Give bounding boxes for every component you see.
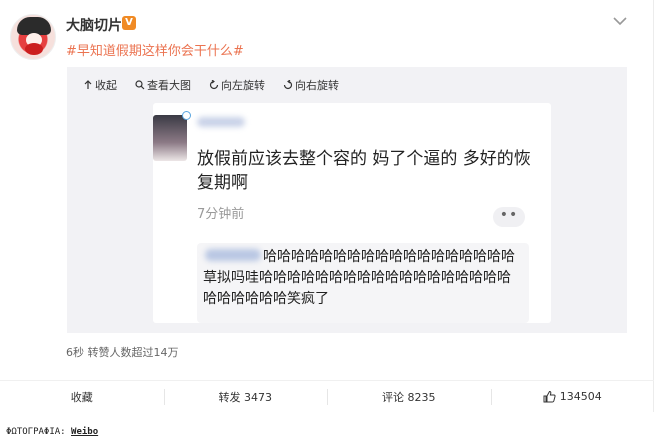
- credit-source-link[interactable]: Weibo: [71, 427, 98, 437]
- image-user-avatar: [153, 111, 191, 161]
- rotate-left-button[interactable]: 向左旋转: [209, 77, 265, 93]
- repost-stat: 6秒 转赞人数超过14万: [66, 346, 179, 359]
- view-large-label: 查看大图: [147, 79, 191, 92]
- rotate-left-label: 向左旋转: [221, 79, 265, 92]
- favorite-label: 收藏: [70, 390, 93, 404]
- comment-label: 评论 8235: [382, 390, 436, 404]
- more-dots-icon: ••: [493, 207, 525, 227]
- like-count: 134504: [559, 390, 602, 403]
- verified-badge-icon: V: [122, 16, 136, 30]
- media-viewer: 收起 查看大图 向左旋转 向右旋转 放假前应该去整个容的 妈了个逼的 多好的恢复…: [67, 67, 627, 333]
- comment-button[interactable]: 评论 8235: [327, 381, 491, 412]
- blurred-user-name: [197, 117, 245, 127]
- credit-prefix: ΦΩΤΟΓΡΑΦΙΑ:: [6, 427, 66, 437]
- post-topic-text[interactable]: #早知道假期这样你会干什么#: [66, 40, 244, 59]
- collapse-icon: [84, 80, 92, 89]
- post-image[interactable]: 放假前应该去整个容的 妈了个逼的 多好的恢复期啊 7分钟前 •• 哈哈哈哈哈哈哈…: [153, 103, 551, 323]
- action-bar: 收藏 转发 3473 评论 8235 134504: [0, 380, 654, 412]
- image-comment: 哈哈哈哈哈哈哈哈哈哈哈哈哈哈哈哈哈哈草拟吗哇哈哈哈哈哈哈哈哈哈哈哈哈哈哈哈哈哈哈…: [197, 243, 529, 323]
- rotate-left-icon: [209, 80, 219, 90]
- collapse-label: 收起: [95, 79, 117, 92]
- favorite-button[interactable]: 收藏: [0, 381, 164, 412]
- collapse-button[interactable]: 收起: [83, 77, 117, 93]
- rotate-right-button[interactable]: 向右旋转: [283, 77, 339, 93]
- weibo-post-card: 大脑切片 V #早知道假期这样你会干什么# 收起 查看大图 向左旋转 向右旋转: [0, 0, 654, 412]
- rotate-right-label: 向右旋转: [295, 79, 339, 92]
- repost-button[interactable]: 转发 3473: [163, 381, 328, 412]
- user-avatar[interactable]: [10, 14, 56, 60]
- rotate-right-icon: [283, 80, 293, 90]
- user-name[interactable]: 大脑切片: [66, 15, 122, 35]
- photo-credit: ΦΩΤΟΓΡΑΦΙΑ: Weibo: [6, 427, 98, 437]
- thumbs-up-icon: [543, 390, 556, 403]
- repost-label: 转发 3473: [218, 390, 273, 404]
- search-icon: [135, 80, 145, 90]
- image-post-time: 7分钟前: [197, 207, 245, 222]
- view-large-button[interactable]: 查看大图: [135, 77, 191, 93]
- chevron-down-icon[interactable]: [612, 16, 628, 26]
- media-toolbar: 收起 查看大图 向左旋转 向右旋转: [83, 77, 339, 93]
- blurred-commenter: [205, 249, 261, 261]
- like-button[interactable]: 134504: [490, 381, 654, 412]
- image-post-content: 放假前应该去整个容的 妈了个逼的 多好的恢复期啊: [197, 149, 531, 193]
